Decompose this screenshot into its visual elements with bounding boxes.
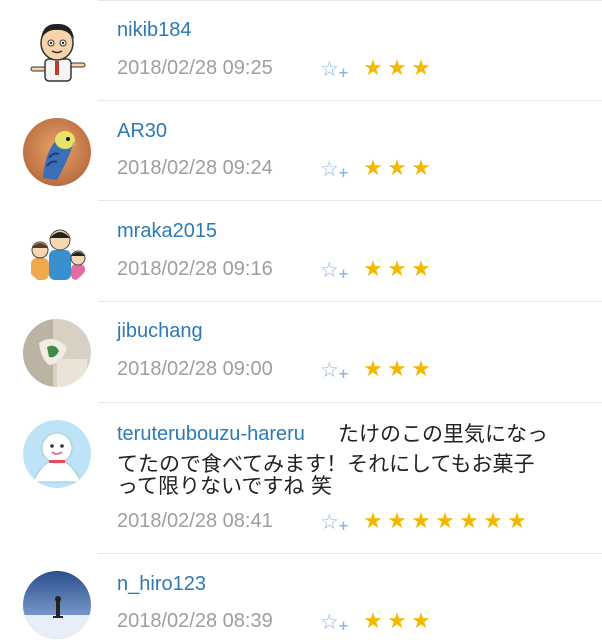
- star-rating: ★ ★ ★: [361, 257, 433, 283]
- star-icon: ★: [363, 509, 383, 534]
- timestamp: 2018/02/28 08:41: [117, 510, 273, 532]
- list-item: n_hiro123 2018/02/28 08:39 ☆ + ★ ★ ★: [0, 553, 602, 640]
- username-link[interactable]: AR30: [117, 120, 167, 143]
- star-icon: ★: [507, 509, 527, 534]
- add-star-icon[interactable]: ☆ +: [320, 609, 349, 635]
- star-icon: ★: [483, 509, 503, 534]
- timestamp: 2018/02/28 09:25: [117, 57, 273, 79]
- star-rating: ★ ★ ★: [361, 609, 433, 635]
- timestamp: 2018/02/28 09:00: [117, 358, 273, 380]
- budgie-avatar-icon: [23, 118, 91, 186]
- star-rating: ★ ★ ★ ★ ★ ★ ★: [361, 509, 529, 535]
- user-avatar[interactable]: [23, 571, 91, 639]
- star-icon: ★: [411, 609, 431, 634]
- username-link[interactable]: teruterubouzu-hareru: [117, 423, 305, 446]
- star-icon: ★: [411, 156, 431, 181]
- star-icon: ★: [387, 56, 407, 81]
- username-link[interactable]: nikib184: [117, 19, 192, 42]
- star-rating: ★ ★ ★: [361, 357, 433, 383]
- star-rating: ★ ★ ★: [361, 156, 433, 182]
- list-item: jibuchang 2018/02/28 09:00 ☆ + ★ ★ ★: [0, 301, 602, 402]
- timestamp: 2018/02/28 09:24: [117, 157, 273, 179]
- add-star-icon[interactable]: ☆ +: [320, 56, 349, 82]
- add-star-icon[interactable]: ☆ +: [320, 156, 349, 182]
- star-icon: ★: [363, 56, 383, 81]
- star-icon: ★: [363, 609, 383, 634]
- username-link[interactable]: n_hiro123: [117, 573, 206, 596]
- star-icon: ★: [411, 257, 431, 282]
- username-link[interactable]: mraka2015: [117, 220, 217, 243]
- star-icon: ★: [363, 357, 383, 382]
- star-icon: ★: [459, 509, 479, 534]
- user-avatar[interactable]: [23, 420, 91, 488]
- snow-landscape-avatar-icon: [23, 571, 91, 639]
- star-rating: ★ ★ ★: [361, 56, 433, 82]
- family-illustration-avatar-icon: [23, 218, 91, 286]
- user-avatar[interactable]: [23, 118, 91, 186]
- user-avatar[interactable]: [23, 218, 91, 286]
- star-icon: ★: [435, 509, 455, 534]
- add-star-icon[interactable]: ☆ +: [320, 509, 349, 535]
- timestamp: 2018/02/28 08:39: [117, 610, 273, 632]
- comment-text-line: って限りないですね 笑: [117, 474, 332, 498]
- username-link[interactable]: jibuchang: [117, 320, 203, 343]
- cartoon-boy-avatar-icon: [23, 17, 91, 85]
- comment-text-line: たけのこの里気になっ: [338, 422, 548, 446]
- list-item: mraka2015 2018/02/28 09:16 ☆ + ★ ★ ★: [0, 200, 602, 301]
- star-icon: ★: [387, 257, 407, 282]
- star-icon: ★: [387, 357, 407, 382]
- star-icon: ★: [363, 257, 383, 282]
- list-item: AR30 2018/02/28 09:24 ☆ + ★ ★ ★: [0, 100, 602, 200]
- star-icon: ★: [387, 156, 407, 181]
- bookmark-star-list: nikib184 2018/02/28 09:25 ☆ + ★ ★ ★ AR30…: [0, 0, 602, 640]
- user-avatar[interactable]: [23, 319, 91, 387]
- teru-teru-bozu-avatar-icon: [23, 420, 91, 488]
- star-icon: ★: [387, 509, 407, 534]
- star-icon: ★: [411, 357, 431, 382]
- star-icon: ★: [387, 609, 407, 634]
- star-icon: ★: [363, 156, 383, 181]
- user-avatar[interactable]: [23, 17, 91, 85]
- add-star-icon[interactable]: ☆ +: [320, 257, 349, 283]
- list-item: nikib184 2018/02/28 09:25 ☆ + ★ ★ ★: [0, 0, 602, 100]
- list-item: teruterubouzu-hareru たけのこの里気になっ てたので食べてみ…: [0, 402, 602, 553]
- timestamp: 2018/02/28 09:16: [117, 258, 273, 280]
- star-icon: ★: [411, 509, 431, 534]
- star-icon: ★: [411, 56, 431, 81]
- photo-avatar-icon: [23, 319, 91, 387]
- add-star-icon[interactable]: ☆ +: [320, 357, 349, 383]
